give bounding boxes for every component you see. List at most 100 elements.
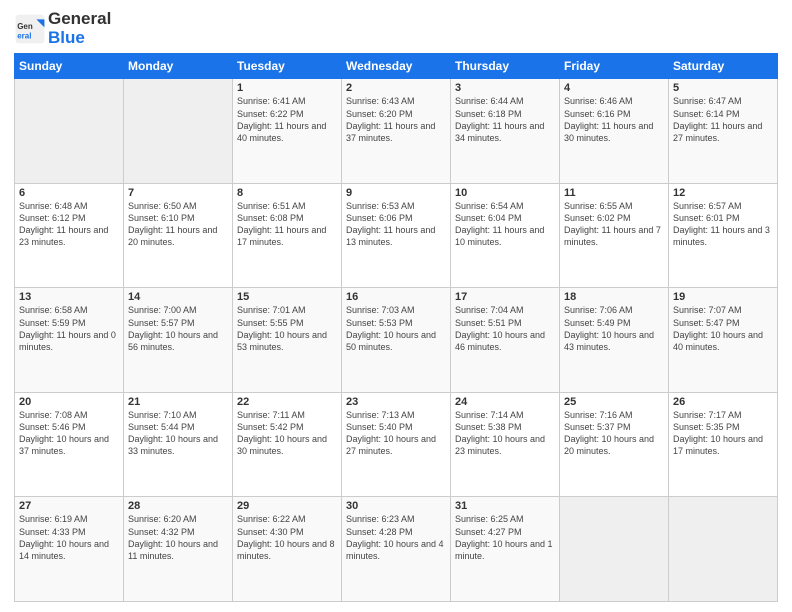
- day-number: 15: [237, 291, 337, 303]
- day-number: 2: [346, 82, 446, 94]
- day-number: 6: [19, 187, 119, 199]
- logo-text: General Blue: [48, 10, 111, 47]
- day-number: 3: [455, 82, 555, 94]
- day-header-thursday: Thursday: [451, 54, 560, 79]
- day-number: 16: [346, 291, 446, 303]
- calendar-cell: 25Sunrise: 7:16 AM Sunset: 5:37 PM Dayli…: [560, 392, 669, 497]
- calendar-cell: 2Sunrise: 6:43 AM Sunset: 6:20 PM Daylig…: [342, 79, 451, 184]
- day-number: 7: [128, 187, 228, 199]
- cell-info: Sunrise: 7:13 AM Sunset: 5:40 PM Dayligh…: [346, 409, 446, 458]
- day-number: 13: [19, 291, 119, 303]
- cell-info: Sunrise: 7:01 AM Sunset: 5:55 PM Dayligh…: [237, 304, 337, 353]
- day-number: 17: [455, 291, 555, 303]
- day-number: 27: [19, 500, 119, 512]
- day-number: 9: [346, 187, 446, 199]
- calendar-cell: 19Sunrise: 7:07 AM Sunset: 5:47 PM Dayli…: [669, 288, 778, 393]
- day-number: 14: [128, 291, 228, 303]
- calendar-cell: 11Sunrise: 6:55 AM Sunset: 6:02 PM Dayli…: [560, 183, 669, 288]
- logo: Gen eral General Blue: [14, 10, 111, 47]
- day-number: 28: [128, 500, 228, 512]
- calendar-cell: 15Sunrise: 7:01 AM Sunset: 5:55 PM Dayli…: [233, 288, 342, 393]
- calendar-cell: 22Sunrise: 7:11 AM Sunset: 5:42 PM Dayli…: [233, 392, 342, 497]
- calendar-cell: 5Sunrise: 6:47 AM Sunset: 6:14 PM Daylig…: [669, 79, 778, 184]
- cell-info: Sunrise: 7:07 AM Sunset: 5:47 PM Dayligh…: [673, 304, 773, 353]
- day-number: 22: [237, 396, 337, 408]
- calendar-cell: 24Sunrise: 7:14 AM Sunset: 5:38 PM Dayli…: [451, 392, 560, 497]
- cell-info: Sunrise: 7:16 AM Sunset: 5:37 PM Dayligh…: [564, 409, 664, 458]
- calendar-cell: 8Sunrise: 6:51 AM Sunset: 6:08 PM Daylig…: [233, 183, 342, 288]
- day-number: 26: [673, 396, 773, 408]
- day-number: 21: [128, 396, 228, 408]
- calendar-cell: 6Sunrise: 6:48 AM Sunset: 6:12 PM Daylig…: [15, 183, 124, 288]
- day-number: 29: [237, 500, 337, 512]
- cell-info: Sunrise: 6:55 AM Sunset: 6:02 PM Dayligh…: [564, 200, 664, 249]
- calendar-cell: 30Sunrise: 6:23 AM Sunset: 4:28 PM Dayli…: [342, 497, 451, 602]
- cell-info: Sunrise: 6:23 AM Sunset: 4:28 PM Dayligh…: [346, 513, 446, 562]
- calendar-cell: 3Sunrise: 6:44 AM Sunset: 6:18 PM Daylig…: [451, 79, 560, 184]
- cell-info: Sunrise: 6:41 AM Sunset: 6:22 PM Dayligh…: [237, 95, 337, 144]
- day-number: 4: [564, 82, 664, 94]
- cell-info: Sunrise: 6:57 AM Sunset: 6:01 PM Dayligh…: [673, 200, 773, 249]
- calendar-cell: 17Sunrise: 7:04 AM Sunset: 5:51 PM Dayli…: [451, 288, 560, 393]
- calendar-cell: 4Sunrise: 6:46 AM Sunset: 6:16 PM Daylig…: [560, 79, 669, 184]
- cell-info: Sunrise: 6:47 AM Sunset: 6:14 PM Dayligh…: [673, 95, 773, 144]
- calendar-cell: 12Sunrise: 6:57 AM Sunset: 6:01 PM Dayli…: [669, 183, 778, 288]
- cell-info: Sunrise: 6:51 AM Sunset: 6:08 PM Dayligh…: [237, 200, 337, 249]
- day-header-friday: Friday: [560, 54, 669, 79]
- cell-info: Sunrise: 7:04 AM Sunset: 5:51 PM Dayligh…: [455, 304, 555, 353]
- calendar-cell: 1Sunrise: 6:41 AM Sunset: 6:22 PM Daylig…: [233, 79, 342, 184]
- calendar-cell: [669, 497, 778, 602]
- cell-info: Sunrise: 6:43 AM Sunset: 6:20 PM Dayligh…: [346, 95, 446, 144]
- day-number: 5: [673, 82, 773, 94]
- day-number: 18: [564, 291, 664, 303]
- day-header-tuesday: Tuesday: [233, 54, 342, 79]
- cell-info: Sunrise: 7:08 AM Sunset: 5:46 PM Dayligh…: [19, 409, 119, 458]
- day-number: 19: [673, 291, 773, 303]
- cell-info: Sunrise: 6:50 AM Sunset: 6:10 PM Dayligh…: [128, 200, 228, 249]
- day-header-saturday: Saturday: [669, 54, 778, 79]
- day-number: 30: [346, 500, 446, 512]
- calendar-cell: 13Sunrise: 6:58 AM Sunset: 5:59 PM Dayli…: [15, 288, 124, 393]
- page: Gen eral General Blue SundayMondayTuesda…: [0, 0, 792, 612]
- cell-info: Sunrise: 6:19 AM Sunset: 4:33 PM Dayligh…: [19, 513, 119, 562]
- cell-info: Sunrise: 7:17 AM Sunset: 5:35 PM Dayligh…: [673, 409, 773, 458]
- day-number: 1: [237, 82, 337, 94]
- calendar-table: SundayMondayTuesdayWednesdayThursdayFrid…: [14, 53, 778, 602]
- header: Gen eral General Blue: [14, 10, 778, 47]
- calendar-cell: 20Sunrise: 7:08 AM Sunset: 5:46 PM Dayli…: [15, 392, 124, 497]
- calendar-week-5: 27Sunrise: 6:19 AM Sunset: 4:33 PM Dayli…: [15, 497, 778, 602]
- cell-info: Sunrise: 7:14 AM Sunset: 5:38 PM Dayligh…: [455, 409, 555, 458]
- calendar-cell: 27Sunrise: 6:19 AM Sunset: 4:33 PM Dayli…: [15, 497, 124, 602]
- calendar-cell: [15, 79, 124, 184]
- calendar-cell: 31Sunrise: 6:25 AM Sunset: 4:27 PM Dayli…: [451, 497, 560, 602]
- svg-text:eral: eral: [17, 31, 31, 40]
- cell-info: Sunrise: 7:10 AM Sunset: 5:44 PM Dayligh…: [128, 409, 228, 458]
- calendar-week-1: 1Sunrise: 6:41 AM Sunset: 6:22 PM Daylig…: [15, 79, 778, 184]
- calendar-cell: 10Sunrise: 6:54 AM Sunset: 6:04 PM Dayli…: [451, 183, 560, 288]
- calendar-cell: 21Sunrise: 7:10 AM Sunset: 5:44 PM Dayli…: [124, 392, 233, 497]
- calendar-week-2: 6Sunrise: 6:48 AM Sunset: 6:12 PM Daylig…: [15, 183, 778, 288]
- cell-info: Sunrise: 6:25 AM Sunset: 4:27 PM Dayligh…: [455, 513, 555, 562]
- cell-info: Sunrise: 6:20 AM Sunset: 4:32 PM Dayligh…: [128, 513, 228, 562]
- cell-info: Sunrise: 6:46 AM Sunset: 6:16 PM Dayligh…: [564, 95, 664, 144]
- cell-info: Sunrise: 6:22 AM Sunset: 4:30 PM Dayligh…: [237, 513, 337, 562]
- cell-info: Sunrise: 6:44 AM Sunset: 6:18 PM Dayligh…: [455, 95, 555, 144]
- calendar-week-4: 20Sunrise: 7:08 AM Sunset: 5:46 PM Dayli…: [15, 392, 778, 497]
- cell-info: Sunrise: 6:54 AM Sunset: 6:04 PM Dayligh…: [455, 200, 555, 249]
- day-header-wednesday: Wednesday: [342, 54, 451, 79]
- calendar-cell: 29Sunrise: 6:22 AM Sunset: 4:30 PM Dayli…: [233, 497, 342, 602]
- cell-info: Sunrise: 6:53 AM Sunset: 6:06 PM Dayligh…: [346, 200, 446, 249]
- calendar-cell: [124, 79, 233, 184]
- calendar-cell: 9Sunrise: 6:53 AM Sunset: 6:06 PM Daylig…: [342, 183, 451, 288]
- day-header-monday: Monday: [124, 54, 233, 79]
- cell-info: Sunrise: 7:06 AM Sunset: 5:49 PM Dayligh…: [564, 304, 664, 353]
- day-number: 8: [237, 187, 337, 199]
- cell-info: Sunrise: 7:11 AM Sunset: 5:42 PM Dayligh…: [237, 409, 337, 458]
- cell-info: Sunrise: 6:58 AM Sunset: 5:59 PM Dayligh…: [19, 304, 119, 353]
- calendar-cell: [560, 497, 669, 602]
- calendar-cell: 26Sunrise: 7:17 AM Sunset: 5:35 PM Dayli…: [669, 392, 778, 497]
- calendar-cell: 7Sunrise: 6:50 AM Sunset: 6:10 PM Daylig…: [124, 183, 233, 288]
- calendar-week-3: 13Sunrise: 6:58 AM Sunset: 5:59 PM Dayli…: [15, 288, 778, 393]
- day-number: 24: [455, 396, 555, 408]
- calendar-header-row: SundayMondayTuesdayWednesdayThursdayFrid…: [15, 54, 778, 79]
